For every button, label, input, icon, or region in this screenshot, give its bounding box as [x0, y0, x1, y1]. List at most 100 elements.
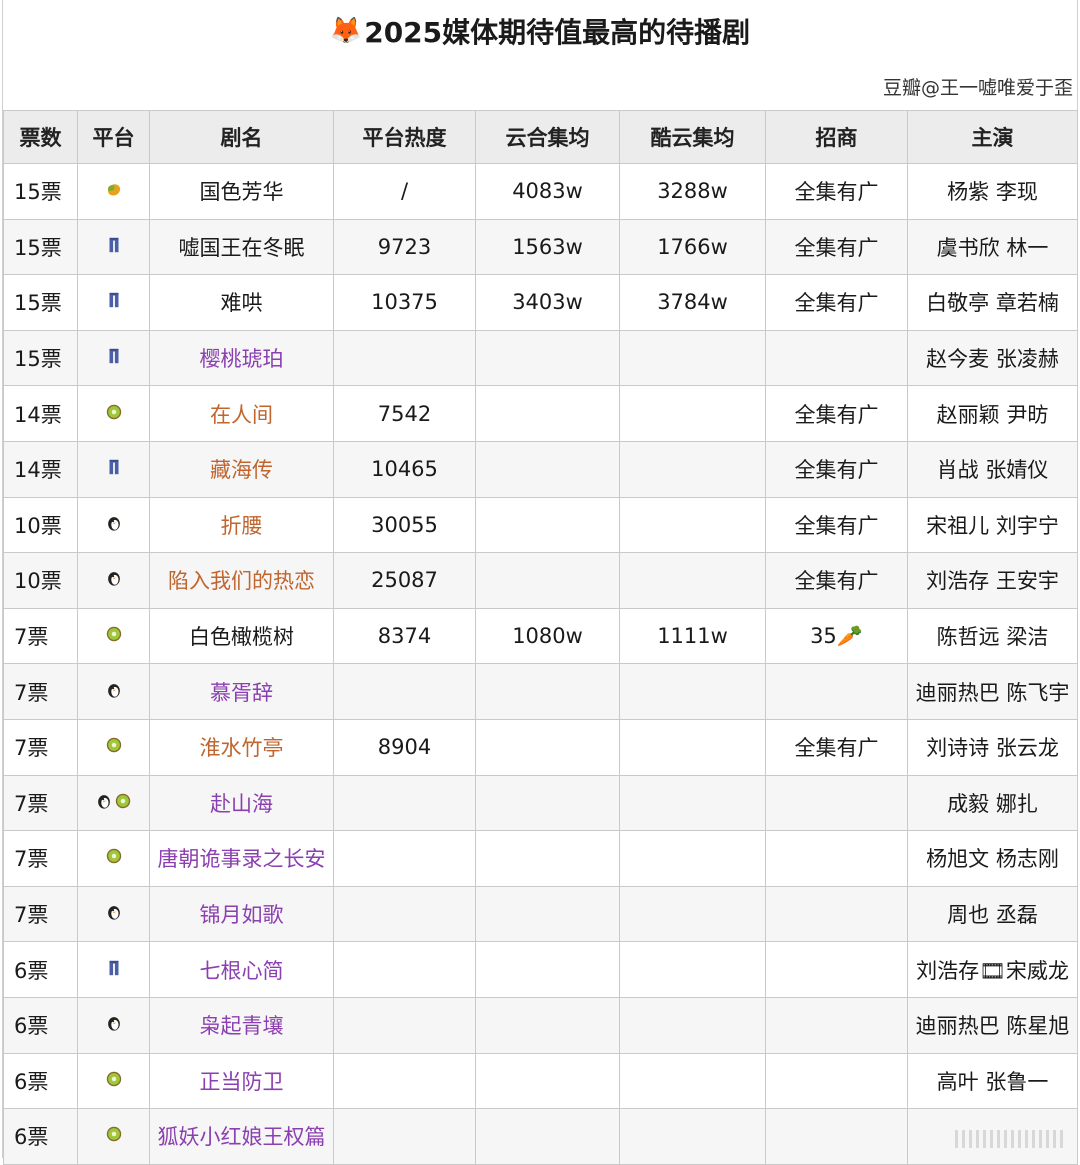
platform-cell [77, 718, 150, 776]
sponsorship-cell: 全集有广 [765, 274, 908, 331]
yunhe-avg-cell: 1080w [475, 607, 620, 665]
header-sponsorship: 招商 [765, 110, 908, 164]
kuyun-avg-cell: 3784w [619, 274, 766, 331]
platform-cell [77, 496, 150, 554]
kuyun-avg-cell [619, 1052, 766, 1110]
title-cell: 白色橄榄树 [149, 607, 334, 665]
platform-heat-cell: 7542 [333, 385, 476, 442]
yunhe-avg-cell: 1563w [475, 218, 620, 276]
iqiyi-kiwi-icon [105, 402, 123, 420]
table-row: 7票 淮水竹亭 8904 全集有广 刘诗诗 张云龙 [3, 718, 1078, 776]
votes-cell: 7票 [3, 718, 78, 776]
cast-cell: 迪丽热巴 陈飞宇 [907, 663, 1078, 720]
kuyun-avg-cell [619, 718, 766, 776]
tencent-penguin-icon [105, 902, 123, 920]
platform-heat-cell: 25087 [333, 552, 476, 609]
yunhe-avg-cell [475, 663, 620, 720]
table-row: 6票 枭起青壤 迪丽热巴 陈星旭 [3, 996, 1078, 1054]
kuyun-avg-cell [619, 329, 766, 387]
platform-heat-cell: 10465 [333, 440, 476, 498]
sponsorship-cell: 全集有广 [765, 440, 908, 498]
kuyun-avg-cell [619, 496, 766, 554]
votes-cell: 7票 [3, 774, 78, 832]
table-row: 10票 折腰 30055 全集有广 宋祖儿 刘宇宁 [3, 496, 1078, 554]
platform-heat-cell: 30055 [333, 496, 476, 554]
title-cell: 淮水竹亭 [149, 718, 334, 776]
yunhe-avg-cell [475, 941, 620, 998]
sponsorship-cell [765, 329, 908, 387]
cast-cell: 刘浩存🎞宋威龙 [907, 941, 1078, 998]
table-row: 7票 唐朝诡事录之长安 杨旭文 杨志刚 [3, 830, 1078, 887]
sponsorship-cell: 全集有广 [765, 218, 908, 276]
tencent-penguin-icon [105, 680, 123, 698]
platform-cell [77, 774, 150, 832]
votes-cell: 15票 [3, 274, 78, 331]
source-credit: 豆瓣@王一嘘唯爱于歪 [3, 62, 1077, 110]
yunhe-avg-cell [475, 774, 620, 832]
kuyun-avg-cell: 1111w [619, 607, 766, 665]
yunhe-avg-cell [475, 830, 620, 887]
iqiyi-kiwi-icon [114, 791, 132, 809]
platform-heat-cell [333, 1108, 476, 1165]
votes-cell: 15票 [3, 329, 78, 387]
cast-cell: 宋祖儿 刘宇宁 [907, 496, 1078, 554]
table-header-row: 票数 平台 剧名 平台热度 云合集均 酷云集均 招商 主演 [3, 110, 1078, 164]
title-cell: 唐朝诡事录之长安 [149, 830, 334, 887]
sponsorship-cell [765, 774, 908, 832]
sponsorship-cell [765, 941, 908, 998]
table-row: 15票 国色芳华/4083w 3288w 全集有广 杨紫 李现 [3, 163, 1078, 220]
page-title: 🦊 2025媒体期待值最高的待播剧 [3, 0, 1077, 62]
kuyun-avg-cell: 1766w [619, 218, 766, 276]
cast-cell: 白敬亭 章若楠 [907, 274, 1078, 331]
platform-heat-cell [333, 885, 476, 943]
iqiyi-kiwi-icon [105, 735, 123, 753]
cast-cell: 高叶 张鲁一 [907, 1052, 1078, 1110]
votes-cell: 14票 [3, 440, 78, 498]
fox-icon: 🦊 [329, 16, 363, 46]
table-row: 15票 嘘国王在冬眠 9723 1563w 1766w 全集有广 虞书欣 林一 [3, 218, 1078, 276]
sponsorship-cell: 全集有广 [765, 163, 908, 220]
platform-cell [77, 1052, 150, 1110]
title-cell: 枭起青壤 [149, 996, 334, 1054]
table-row: 15票 难哄 10375 3403w 3784w 全集有广 白敬亭 章若楠 [3, 274, 1078, 331]
platform-cell [77, 941, 150, 998]
votes-cell: 6票 [3, 1052, 78, 1110]
platform-cell [77, 218, 150, 276]
mango-icon [105, 179, 123, 197]
header-kuyun-avg: 酷云集均 [619, 110, 766, 164]
kuyun-avg-cell [619, 552, 766, 609]
platform-heat-cell [333, 774, 476, 832]
platform-heat-cell: 8904 [333, 718, 476, 776]
iqiyi-kiwi-icon [105, 1124, 123, 1142]
header-title: 剧名 [149, 110, 334, 164]
page-title-text: 2025媒体期待值最高的待播剧 [364, 16, 751, 49]
platform-cell [77, 552, 150, 609]
title-cell: 藏海传 [149, 440, 334, 498]
title-cell: 狐妖小红娘王权篇 [149, 1108, 334, 1165]
title-cell: 在人间 [149, 385, 334, 442]
cast-cell: 杨紫 李现 [907, 163, 1078, 220]
votes-cell: 10票 [3, 496, 78, 554]
yunhe-avg-cell [475, 885, 620, 943]
platform-heat-cell [333, 1052, 476, 1110]
votes-cell: 6票 [3, 996, 78, 1054]
yunhe-avg-cell [475, 1052, 620, 1110]
platform-cell [77, 607, 150, 665]
iqiyi-kiwi-icon [105, 1069, 123, 1087]
youku-icon [105, 346, 123, 364]
cast-cell: 赵丽颖 尹昉 [907, 385, 1078, 442]
drama-table: 票数 平台 剧名 平台热度 云合集均 酷云集均 招商 主演 15票 国色芳华/40… [3, 110, 1078, 1165]
platform-heat-cell [333, 329, 476, 387]
table-row: 6票 正当防卫 高叶 张鲁一 [3, 1052, 1078, 1110]
table-row: 15票 樱桃琥珀 赵今麦 张凌赫 [3, 329, 1078, 387]
title-cell: 难哄 [149, 274, 334, 331]
yunhe-avg-cell [475, 496, 620, 554]
cast-cell: 成毅 娜扎 [907, 774, 1078, 832]
platform-cell [77, 385, 150, 442]
title-cell: 正当防卫 [149, 1052, 334, 1110]
kuyun-avg-cell [619, 774, 766, 832]
cast-cell: 赵今麦 张凌赫 [907, 329, 1078, 387]
platform-heat-cell: 10375 [333, 274, 476, 331]
kuyun-avg-cell [619, 830, 766, 887]
platform-heat-cell: 8374 [333, 607, 476, 665]
